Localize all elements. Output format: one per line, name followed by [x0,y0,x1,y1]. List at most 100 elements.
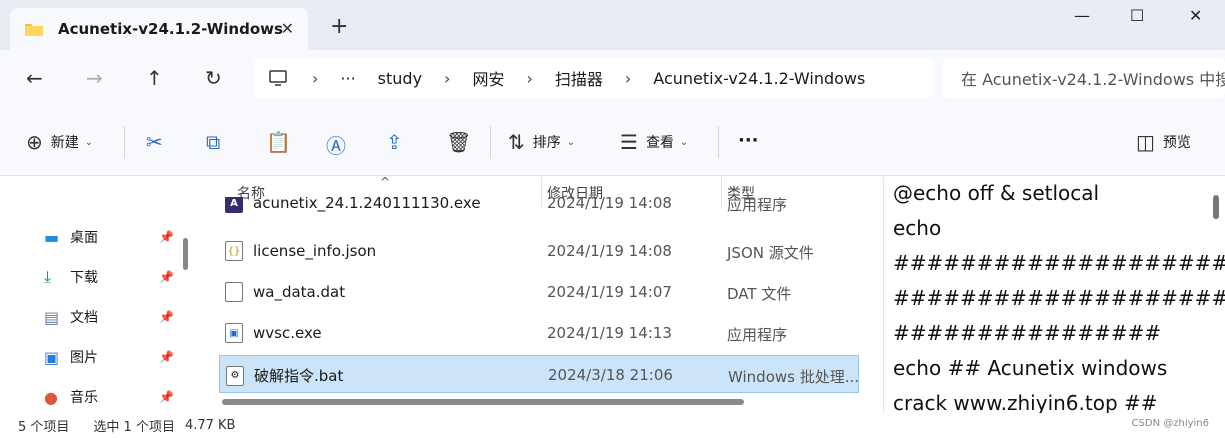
more-options-button[interactable]: ··· [738,130,759,151]
selection-count: 选中 1 个项目 [93,420,175,435]
navigation-pane: ▬ 桌面 📌 ⤓ 下载 📌 ▤ 文档 📌 ▣ 图片 📌 ● 音乐 📌 [0,177,195,413]
breadcrumb-separator: › [444,68,451,88]
breadcrumb-item-acunetix[interactable]: Acunetix-v24.1.2-Windows [653,69,865,88]
rename-button[interactable]: Ⓐ [326,130,346,159]
breadcrumb-separator: › [624,68,632,88]
file-name: 破解指令.bat [254,367,344,385]
table-row[interactable]: A acunetix_24.1.240111130.exe 2024/1/19 … [219,197,859,219]
sort-icon: ⇅ [508,130,525,154]
forward-button[interactable]: → [86,66,103,90]
status-bar: 5 个项目 选中 1 个项目 4.77 KB [0,413,1225,438]
preview-text-line: echo [893,216,942,240]
more-options-icon: ··· [738,130,759,151]
preview-scrollbar[interactable] [1213,195,1219,219]
toolbar-divider [718,126,719,158]
preview-button[interactable]: ◫ 预览 [1136,130,1191,154]
paste-button[interactable]: 📋 [266,130,291,154]
pin-icon: 📌 [159,310,174,324]
sort-ascending-icon: ^ [380,175,391,189]
chevron-down-icon: ⌄ [84,136,94,148]
preview-text-line: echo ## Acunetix windows [893,356,1168,380]
file-icon: ▣ [225,323,243,343]
table-row[interactable]: wa_data.dat 2024/1/19 14:07 DAT 文件 [219,273,859,311]
up-button[interactable]: ↑ [146,66,163,90]
document-icon: ▤ [44,307,60,327]
tab-close-icon[interactable]: ✕ [281,19,294,38]
breadcrumb-item-study[interactable]: study [378,69,422,88]
file-type: 应用程序 [727,197,788,214]
view-list-icon: ☰ [620,130,638,154]
chevron-down-icon: ⌄ [566,136,576,148]
toolbar-divider [124,126,125,158]
title-bar: Acunetix-v24.1.2-Windows ✕ + — ☐ ✕ [0,0,1225,50]
sidebar-item-label: 文档 [70,310,98,326]
breadcrumb[interactable]: › ··· study › 网安 › 扫描器 › Acunetix-v24.1.… [254,58,934,98]
sidebar-item-documents[interactable]: ▤ 文档 📌 [44,307,174,327]
file-date: 2024/3/18 21:06 [548,366,673,384]
search-input[interactable]: 在 Acunetix-v24.1.2-Windows 中搜索 [943,58,1225,98]
music-icon: ● [44,387,58,407]
maximize-button[interactable]: ☐ [1130,6,1144,25]
preview-text-line: ######################## [893,251,1225,275]
sidebar-item-desktop[interactable]: ▬ 桌面 📌 [44,227,174,247]
sidebar-item-label: 图片 [70,350,98,366]
table-row-selected[interactable]: ⚙ 破解指令.bat 2024/3/18 21:06 Windows 批处理..… [219,355,859,393]
sidebar-item-music[interactable]: ● 音乐 📌 [44,387,174,407]
tab-title: Acunetix-v24.1.2-Windows [58,20,283,38]
breadcrumb-separator: › [312,68,319,88]
file-icon: A [225,197,243,213]
table-row[interactable]: {} license_info.json 2024/1/19 14:08 JSO… [219,232,859,270]
file-icon: ⚙ [226,365,244,386]
breadcrumb-item-scanner[interactable]: 扫描器 [555,66,603,90]
copy-button[interactable]: ⧉ [206,130,220,154]
file-date: 2024/1/19 14:13 [547,324,672,342]
clipboard-icon: 📋 [266,130,291,154]
pin-icon: 📌 [159,270,174,284]
preview-pane-icon: ◫ [1136,130,1155,154]
file-date: 2024/1/19 14:08 [547,242,672,260]
delete-button[interactable]: 🗑 [446,130,471,154]
new-tab-button[interactable]: + [330,14,348,39]
address-bar: ← → ↑ ↻ › ··· study › 网安 › 扫描器 › Acuneti… [0,50,1225,108]
preview-text-line: crack www.zhiyin6.top ## [893,391,1158,413]
view-button[interactable]: ☰ 查看 ⌄ [620,130,688,154]
sidebar-item-label: 下载 [70,270,98,286]
back-button[interactable]: ← [26,66,43,90]
sidebar-item-label: 桌面 [70,230,98,246]
file-date: 2024/1/19 14:08 [547,197,672,212]
close-window-button[interactable]: ✕ [1189,6,1202,25]
cut-button[interactable]: ✂ [146,130,163,154]
view-button-label: 查看 [645,135,674,151]
breadcrumb-more[interactable]: ··· [340,69,355,88]
breadcrumb-separator: › [526,68,533,88]
file-type: 应用程序 [727,326,788,344]
copy-icon: ⧉ [206,130,221,154]
pin-icon: 📌 [159,350,174,364]
rename-icon: Ⓐ [326,134,346,158]
new-button[interactable]: ⊕ 新建 ⌄ [26,130,93,154]
sidebar-scrollbar[interactable] [183,238,188,270]
share-button[interactable]: ⇪ [386,130,403,154]
folder-icon [25,24,43,36]
plus-circle-icon: ⊕ [26,130,43,154]
sort-button[interactable]: ⇅ 排序 ⌄ [508,130,575,154]
preview-pane: @echo off & setlocal echo ##############… [883,177,1225,413]
file-name: license_info.json [253,242,377,260]
refresh-button[interactable]: ↻ [205,66,222,90]
file-list: ^ 名称 修改日期 类型 A acunetix_24.1.240111130.e… [195,175,863,413]
sidebar-item-downloads[interactable]: ⤓ 下载 📌 [44,267,174,287]
sort-button-label: 排序 [532,135,561,151]
file-type: DAT 文件 [727,285,792,303]
preview-text-line: ######################## [893,286,1225,310]
minimize-button[interactable]: — [1074,6,1090,25]
preview-text-line: ################ [893,321,1162,345]
table-row[interactable]: ▣ wvsc.exe 2024/1/19 14:13 应用程序 [219,314,859,352]
active-tab[interactable]: Acunetix-v24.1.2-Windows ✕ [10,8,308,50]
picture-icon: ▣ [44,347,60,367]
sidebar-item-label: 音乐 [70,390,98,406]
horizontal-scrollbar[interactable] [222,399,744,405]
toolbar-divider [490,126,491,158]
download-icon: ⤓ [44,267,52,286]
breadcrumb-item-wangan[interactable]: 网安 [472,66,504,90]
sidebar-item-pictures[interactable]: ▣ 图片 📌 [44,347,174,367]
